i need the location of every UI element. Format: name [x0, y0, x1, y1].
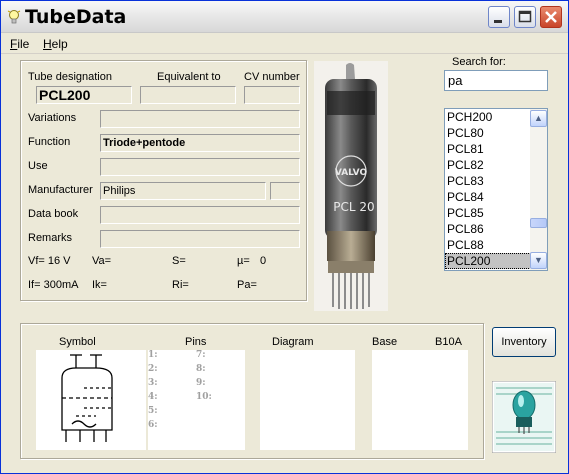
svg-text:PCL 20: PCL 20: [333, 200, 374, 214]
tube-symbol-icon: [61, 354, 113, 442]
symbol-panel: [36, 350, 146, 450]
search-input[interactable]: pa: [444, 70, 548, 91]
param-mu-value: 0: [260, 255, 267, 267]
menu-help-label: Help: [43, 37, 68, 51]
param-s: S=: [172, 255, 186, 267]
title-bar[interactable]: TubeData: [1, 1, 568, 33]
param-pa: Pa=: [237, 279, 257, 291]
databook-field: [100, 206, 300, 224]
pins-label: Pins: [185, 336, 207, 348]
use-label: Use: [28, 160, 48, 172]
close-button[interactable]: [540, 6, 562, 28]
pin-10: 10:: [196, 392, 212, 402]
designation-field: PCL200: [36, 86, 132, 104]
manufacturer-field: Philips: [100, 182, 266, 200]
remarks-field: [100, 230, 300, 248]
app-window: TubeData File Help Tube designation Equi…: [0, 0, 569, 474]
pin-3: 3:: [148, 378, 158, 388]
function-field: Triode+pentode: [100, 134, 300, 152]
param-ri: Ri=: [172, 279, 189, 291]
param-ik: Ik=: [92, 279, 107, 291]
menu-bar: File Help: [1, 34, 568, 54]
cv-label: CV number: [244, 71, 300, 83]
cv-field: [244, 86, 300, 104]
designation-label: Tube designation: [28, 71, 112, 83]
pin-5: 5:: [148, 406, 158, 416]
diagram-label: Diagram: [272, 336, 314, 348]
scroll-thumb[interactable]: [530, 218, 547, 228]
manufacturer-extra-field: [270, 182, 300, 200]
minimize-button[interactable]: [488, 6, 510, 28]
equivalent-field: [140, 86, 236, 104]
param-va: Va=: [92, 255, 112, 267]
variations-field: [100, 110, 300, 128]
base-label: Base: [372, 336, 398, 348]
window-title: TubeData: [25, 6, 127, 28]
pin-7: 7:: [196, 350, 206, 360]
pin-2: 2:: [148, 364, 158, 374]
minimize-icon: [494, 20, 502, 23]
pin-9: 9:: [196, 378, 206, 388]
results-scrollbar[interactable]: ▲ ▼: [530, 109, 547, 270]
param-mu: µ=: [237, 255, 250, 267]
scroll-down-icon[interactable]: ▼: [530, 252, 547, 269]
pin-8: 8:: [196, 364, 206, 374]
manufacturer-label: Manufacturer: [28, 184, 93, 196]
param-vf: Vf= 16 V: [28, 255, 71, 267]
base-panel: [372, 350, 468, 450]
pin-6: 6:: [148, 420, 158, 430]
diagram-panel: [260, 350, 355, 450]
remarks-label: Remarks: [28, 232, 73, 244]
results-listbox[interactable]: PCH200 PCL80 PCL81 PCL82 PCL83 PCL84 PCL85 PCL8…: [444, 108, 548, 271]
variations-label: Variations: [28, 112, 77, 124]
svg-text:VALVO: VALVO: [335, 168, 368, 178]
tube-photo: VALVO PCL 20: [314, 61, 388, 311]
search-label: Search for:: [452, 56, 506, 68]
databook-label: Data book: [28, 208, 79, 220]
function-label: Function: [28, 136, 71, 148]
pin-4: 4:: [148, 392, 158, 402]
menu-file-label: File: [10, 37, 30, 51]
menu-help[interactable]: Help: [43, 37, 68, 51]
pin-1: 1:: [148, 350, 158, 360]
inventory-button[interactable]: Inventory: [492, 327, 556, 357]
equivalent-label: Equivalent to: [157, 71, 221, 83]
tube-logo-icon[interactable]: [492, 381, 556, 453]
menu-file[interactable]: File: [10, 37, 29, 51]
base-value: B10A: [435, 336, 462, 348]
close-icon: [545, 11, 557, 23]
scroll-up-icon[interactable]: ▲: [530, 110, 547, 127]
symbol-label: Symbol: [59, 336, 96, 348]
use-field: [100, 158, 300, 176]
pins-panel: 1: 2: 3: 4: 5: 6: 7: 8: 9: 10:: [148, 350, 245, 450]
lightbulb-icon: [7, 10, 21, 24]
maximize-icon: [518, 10, 532, 23]
maximize-button[interactable]: [514, 6, 536, 28]
param-if: If= 300mA: [28, 279, 79, 291]
